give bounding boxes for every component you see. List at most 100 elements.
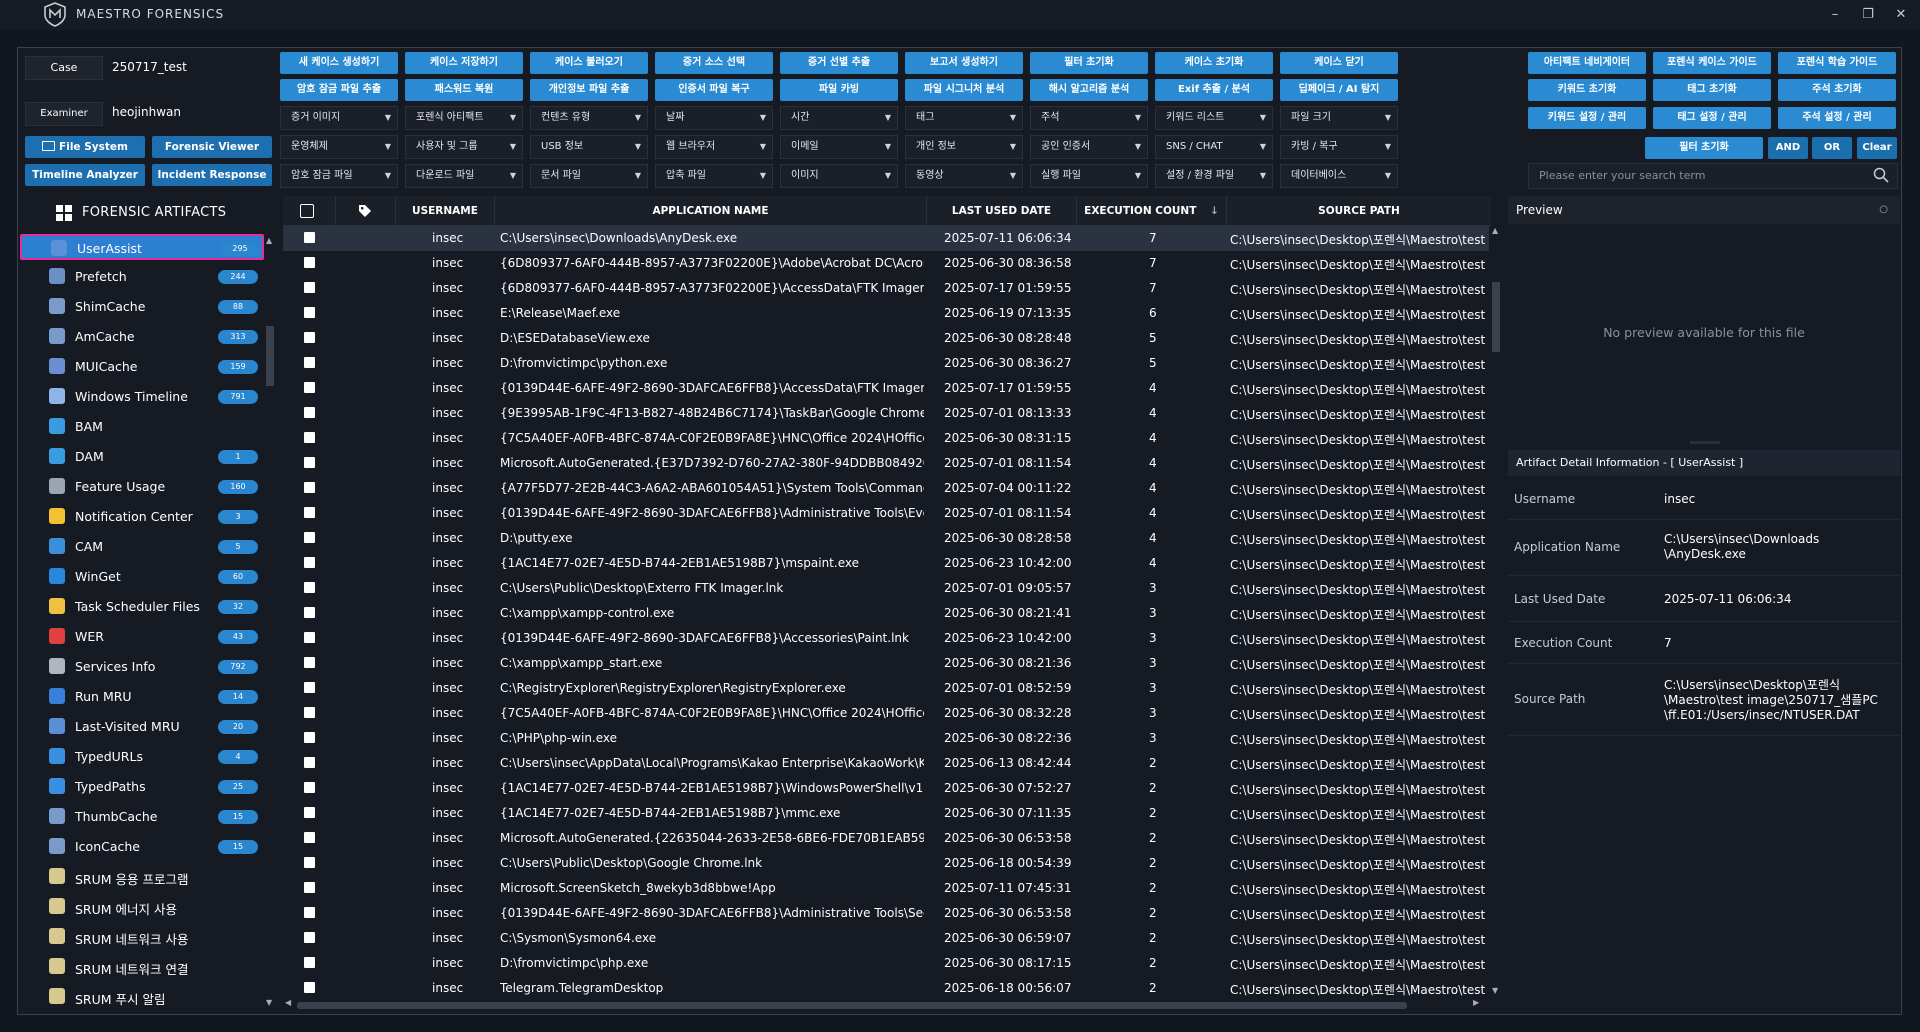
table-row[interactable]: insec {7C5A40EF-A0FB-4BFC-874A-C0F2E0B9FA… bbox=[283, 701, 1489, 726]
sidebar-item-srum[interactable]: SRUM 네트워크 사용 bbox=[20, 924, 264, 950]
row-checkbox[interactable] bbox=[304, 407, 315, 418]
new-case-button[interactable]: 새 케이스 생성하기 bbox=[280, 52, 398, 74]
row-checkbox[interactable] bbox=[304, 782, 315, 793]
filter-web-browser[interactable]: 웹 브라우저 ▼ bbox=[655, 135, 773, 159]
table-row[interactable]: insec {0139D44E-6AFE-49F2-8690-3DAFCAE6FF… bbox=[283, 626, 1489, 651]
forensic-viewer-button[interactable]: Forensic Viewer bbox=[152, 136, 272, 158]
row-checkbox[interactable] bbox=[304, 232, 315, 243]
table-row[interactable]: insec Microsoft.AutoGenerated.{E37D7392-D… bbox=[283, 451, 1489, 476]
sidebar-item-srum[interactable]: SRUM 푸시 알림 bbox=[20, 984, 264, 1009]
tag-column[interactable] bbox=[336, 196, 396, 226]
scroll-right-icon[interactable]: ▶ bbox=[1473, 998, 1479, 1007]
table-row[interactable]: insec D:\putty.exe 2025-06-30 08:28:58 4 C:\… bbox=[283, 526, 1489, 551]
close-case-button[interactable]: 케이스 닫기 bbox=[1280, 52, 1398, 74]
keyword-settings-button[interactable]: 키워드 설정 / 관리 bbox=[1528, 107, 1646, 129]
row-checkbox[interactable] bbox=[304, 507, 315, 518]
table-row[interactable]: insec D:\fromvictimpc\python.exe 2025-06-3… bbox=[283, 351, 1489, 376]
sidebar-item-services-info[interactable]: Services Info 792 bbox=[20, 654, 264, 680]
password-recovery-button[interactable]: 패스워드 복원 bbox=[405, 79, 523, 101]
sidebar-item-srum[interactable]: SRUM 응용 프로그램 bbox=[20, 864, 264, 890]
filter-database[interactable]: 데이터베이스 ▼ bbox=[1280, 164, 1398, 188]
forensic-case-guide-button[interactable]: 포렌식 케이스 가이드 bbox=[1653, 52, 1771, 74]
reset-case-button[interactable]: 케이스 초기화 bbox=[1155, 52, 1273, 74]
sidebar-item-srum[interactable]: SRUM 네트워크 연결 bbox=[20, 954, 264, 980]
row-checkbox[interactable] bbox=[304, 682, 315, 693]
personal-info-extract-button[interactable]: 개인정보 파일 추출 bbox=[530, 79, 648, 101]
table-row[interactable]: insec C:\Users\insec\AppData\Local\Progra… bbox=[283, 751, 1489, 776]
row-checkbox[interactable] bbox=[304, 882, 315, 893]
exif-analysis-button[interactable]: Exif 추출 / 분석 bbox=[1155, 79, 1273, 101]
sidebar-item-last-visited-mru[interactable]: Last-Visited MRU 20 bbox=[20, 714, 264, 740]
filter-video[interactable]: 동영상 ▼ bbox=[905, 164, 1023, 188]
table-row[interactable]: insec {9E3995AB-1F9C-4F13-B827-48B24B6C71… bbox=[283, 401, 1489, 426]
minimize-button[interactable]: – bbox=[1820, 5, 1850, 25]
table-row[interactable]: insec C:\Users\Public\Desktop\Exterro FTK… bbox=[283, 576, 1489, 601]
filter-date[interactable]: 날짜 ▼ bbox=[655, 106, 773, 130]
table-row[interactable]: insec {A77F5D77-2E2B-44C3-A6A2-ABA601054A… bbox=[283, 476, 1489, 501]
filter-email[interactable]: 이메일 ▼ bbox=[780, 135, 898, 159]
row-checkbox[interactable] bbox=[304, 907, 315, 918]
row-checkbox[interactable] bbox=[304, 757, 315, 768]
sidebar-item-srum[interactable]: SRUM 에너지 사용 bbox=[20, 894, 264, 920]
filter-os[interactable]: 운영체제 ▼ bbox=[280, 135, 398, 159]
username-column-header[interactable]: USERNAME bbox=[396, 196, 495, 226]
file-carving-button[interactable]: 파일 카빙 bbox=[780, 79, 898, 101]
annotation-settings-button[interactable]: 주석 설정 / 관리 bbox=[1778, 107, 1896, 129]
table-row[interactable]: insec Telegram.TelegramDesktop 2025-06-18 … bbox=[283, 976, 1489, 996]
filter-document-file[interactable]: 문서 파일 ▼ bbox=[530, 164, 648, 188]
incident-response-button[interactable]: Incident Response bbox=[152, 164, 272, 186]
search-input[interactable]: Please enter your search term bbox=[1528, 163, 1898, 189]
file-signature-button[interactable]: 파일 시그니처 분석 bbox=[905, 79, 1023, 101]
sidebar-item-prefetch[interactable]: Prefetch 244 bbox=[20, 264, 264, 290]
load-case-button[interactable]: 케이스 불러오기 bbox=[530, 52, 648, 74]
table-row[interactable]: insec C:\PHP\php-win.exe 2025-06-30 08:22:… bbox=[283, 726, 1489, 751]
row-checkbox[interactable] bbox=[304, 632, 315, 643]
row-checkbox[interactable] bbox=[304, 557, 315, 568]
sidebar-item-iconcache[interactable]: IconCache 15 bbox=[20, 834, 264, 860]
row-checkbox[interactable] bbox=[304, 707, 315, 718]
scroll-left-icon[interactable]: ◀ bbox=[285, 998, 291, 1007]
tag-settings-button[interactable]: 태그 설정 / 관리 bbox=[1653, 107, 1771, 129]
close-button[interactable]: ✕ bbox=[1886, 5, 1916, 25]
sidebar-scrollbar[interactable]: ▲ ▼ bbox=[265, 236, 274, 1008]
table-row[interactable]: insec {1AC14E77-02E7-4E5D-B744-2EB1AE5198… bbox=[283, 776, 1489, 801]
file-system-button[interactable]: File System bbox=[25, 136, 145, 158]
select-evidence-source-button[interactable]: 증거 소스 선택 bbox=[655, 52, 773, 74]
sidebar-item-muicache[interactable]: MUICache 159 bbox=[20, 354, 264, 380]
create-report-button[interactable]: 보고서 생성하기 bbox=[905, 52, 1023, 74]
row-checkbox[interactable] bbox=[304, 382, 315, 393]
sidebar-item-wer[interactable]: WER 43 bbox=[20, 624, 264, 650]
row-checkbox[interactable] bbox=[304, 957, 315, 968]
row-checkbox[interactable] bbox=[304, 332, 315, 343]
row-checkbox[interactable] bbox=[304, 832, 315, 843]
table-row[interactable]: insec {7C5A40EF-A0FB-4BFC-874A-C0F2E0B9FA… bbox=[283, 426, 1489, 451]
application-name-column-header[interactable]: APPLICATION NAME bbox=[495, 196, 927, 226]
scroll-down-icon[interactable]: ▼ bbox=[1492, 986, 1498, 995]
reset-tag-button[interactable]: 태그 초기화 bbox=[1653, 79, 1771, 101]
row-checkbox[interactable] bbox=[304, 982, 315, 993]
filter-image[interactable]: 이미지 ▼ bbox=[780, 164, 898, 188]
table-vertical-scrollbar[interactable]: ▲ ▼ bbox=[1490, 226, 1501, 1006]
filter-forensic-artifact[interactable]: 포렌식 아티팩트 ▼ bbox=[405, 106, 523, 130]
panel-splitter[interactable] bbox=[1690, 441, 1720, 444]
table-row[interactable]: insec C:\Users\insec\Downloads\AnyDesk.ex… bbox=[283, 226, 1489, 251]
selective-extraction-button[interactable]: 증거 선별 추출 bbox=[780, 52, 898, 74]
table-row[interactable]: insec C:\Sysmon\Sysmon64.exe 2025-06-30 06… bbox=[283, 926, 1489, 951]
filter-sns-chat[interactable]: SNS / CHAT ▼ bbox=[1155, 135, 1273, 159]
scroll-down-icon[interactable]: ▼ bbox=[266, 998, 272, 1007]
sidebar-item-winget[interactable]: WinGet 60 bbox=[20, 564, 264, 590]
table-row[interactable]: insec E:\Release\Maef.exe 2025-06-19 07:13… bbox=[283, 301, 1489, 326]
row-checkbox[interactable] bbox=[304, 857, 315, 868]
filter-certificate[interactable]: 공인 인증서 ▼ bbox=[1030, 135, 1148, 159]
row-checkbox[interactable] bbox=[304, 307, 315, 318]
filter-executable[interactable]: 실행 파일 ▼ bbox=[1030, 164, 1148, 188]
table-row[interactable]: insec {6D809377-6AF0-444B-8957-A3773F0220… bbox=[283, 251, 1489, 276]
reset-search-filter-button[interactable]: 필터 초기화 bbox=[1645, 137, 1763, 159]
table-row[interactable]: insec {0139D44E-6AFE-49F2-8690-3DAFCAE6FF… bbox=[283, 501, 1489, 526]
sidebar-scroll-thumb[interactable] bbox=[266, 326, 274, 386]
artifact-navigator-button[interactable]: 아티팩트 네비게이터 bbox=[1528, 52, 1646, 74]
sidebar-item-notification-center[interactable]: Notification Center 3 bbox=[20, 504, 264, 530]
sidebar-item-shimcache[interactable]: ShimCache 88 bbox=[20, 294, 264, 320]
search-icon[interactable] bbox=[1873, 167, 1889, 183]
row-checkbox[interactable] bbox=[304, 607, 315, 618]
